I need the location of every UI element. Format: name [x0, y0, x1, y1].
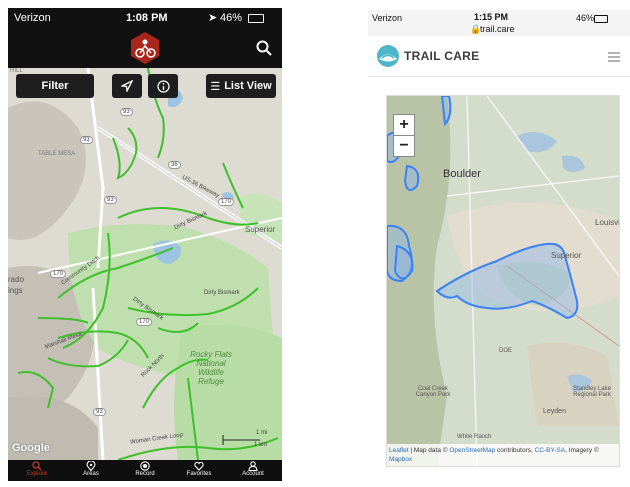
map-label: White Ranch — [457, 434, 492, 440]
carrier-text: Verizon — [372, 13, 403, 23]
site-navbar: TRAIL CARE — [368, 36, 630, 77]
map-label: DOE — [499, 348, 513, 354]
map-label: Coal Creek Canyon Park — [415, 386, 451, 398]
tab-label: Areas — [83, 471, 99, 477]
tab-areas[interactable]: Areas — [64, 460, 118, 481]
map-label: ings — [8, 286, 23, 295]
osm-link[interactable]: OpenStreetMap — [449, 447, 495, 454]
brand-title[interactable]: TRAIL CARE — [404, 49, 479, 63]
map-canvas[interactable] — [387, 96, 619, 466]
battery-text: 46% — [220, 12, 243, 24]
battery-icon — [594, 15, 608, 23]
url-text[interactable]: trail.care — [480, 24, 515, 34]
map-label: TABLE MESA — [38, 151, 76, 157]
search-icon[interactable] — [256, 40, 272, 56]
bottom-tab-bar: Explore Areas Record Favorites Account — [8, 460, 282, 481]
info-button[interactable] — [148, 74, 178, 98]
locate-button[interactable] — [112, 74, 142, 98]
map-label: rado — [8, 275, 25, 284]
map-attribution: Leaflet | Map data © OpenStreetMap contr… — [387, 444, 619, 466]
attribution-text: | Map data © — [408, 447, 450, 454]
road-badge: 170 — [50, 270, 67, 278]
road-badge: 93 — [104, 196, 117, 204]
map-label: Standley Lake Regional Park — [572, 386, 612, 398]
zoom-out-button[interactable]: − — [393, 135, 415, 157]
app-header — [8, 30, 282, 70]
trail-map[interactable]: 93 93 36 170 170 170 93 93 TABLE MESA US… — [8, 68, 282, 460]
list-view-label: List View — [224, 80, 272, 92]
heart-icon — [194, 461, 204, 471]
trail-care-logo-icon[interactable] — [376, 44, 400, 68]
status-bar: Verizon 1:08 PM 46% ➤ — [8, 8, 282, 30]
info-icon — [156, 79, 170, 93]
map-canvas[interactable] — [8, 68, 282, 460]
road-badge: 170 — [218, 198, 235, 206]
map-label: Superior — [551, 251, 582, 260]
navigation-arrow-icon — [121, 80, 133, 92]
record-icon — [140, 461, 150, 471]
zoom-in-button[interactable]: + — [393, 114, 415, 136]
tab-record[interactable]: Record — [118, 460, 172, 481]
filter-button[interactable]: Filter — [16, 74, 94, 98]
carrier-text: Verizon — [14, 12, 51, 24]
battery-icon — [248, 14, 264, 23]
google-logo: Google — [12, 442, 50, 454]
road-badge: 93 — [93, 408, 106, 416]
app-logo-icon — [131, 32, 159, 64]
list-icon: ☰ — [210, 80, 221, 93]
search-icon — [32, 461, 42, 471]
map-label: Superior — [245, 225, 276, 234]
scale-label: 1 km — [254, 442, 268, 448]
license-link[interactable]: CC-BY-SA — [535, 447, 565, 454]
battery-text: 46% — [576, 13, 595, 23]
tab-label: Account — [242, 471, 264, 477]
scale-label: 1 mi — [256, 430, 268, 436]
user-icon — [248, 461, 258, 471]
attribution-text: , Imagery © — [565, 447, 599, 454]
location-arrow-icon: ➤ — [208, 12, 218, 24]
list-view-button[interactable]: ☰ List View — [206, 74, 276, 98]
tab-favorites[interactable]: Favorites — [172, 460, 226, 481]
map-label: Dirty Bismark — [204, 290, 240, 296]
map-label: Rocky Flats National Wildlife Refuge — [190, 350, 232, 386]
leaflet-map[interactable]: + − Boulder Louisvi Superior DOE Coal Cr… — [386, 95, 620, 467]
map-label: Boulder — [443, 168, 481, 180]
status-bar: Verizon 1:15 PM 46% 🔒 trail.care — [368, 10, 630, 36]
road-badge: 93 — [120, 108, 133, 116]
hamburger-menu-icon[interactable] — [606, 50, 622, 64]
map-label: Leyden — [543, 408, 566, 415]
road-badge: 170 — [136, 318, 153, 326]
attribution-text: contributors, — [495, 447, 535, 454]
tab-label: Favorites — [186, 471, 212, 477]
trailforks-phone: Verizon 1:08 PM 46% ➤ 93 93 36 170 170 1… — [8, 8, 282, 481]
road-badge: 93 — [80, 136, 93, 144]
map-label: Louisvi — [595, 218, 620, 227]
tab-account[interactable]: Account — [226, 460, 280, 481]
trail-care-phone: Verizon 1:15 PM 46% 🔒 trail.care TRAIL C… — [368, 10, 630, 487]
map-pin-icon — [86, 461, 96, 471]
time-text: 1:15 PM — [474, 12, 509, 22]
time-text: 1:08 PM — [126, 12, 168, 24]
mapbox-link[interactable]: Mapbox — [389, 456, 412, 463]
tab-label: Record — [135, 471, 155, 477]
tab-explore[interactable]: Explore — [10, 460, 64, 481]
road-badge: 36 — [168, 161, 181, 169]
tab-label: Explore — [26, 471, 48, 477]
leaflet-link[interactable]: Leaflet — [389, 447, 409, 454]
